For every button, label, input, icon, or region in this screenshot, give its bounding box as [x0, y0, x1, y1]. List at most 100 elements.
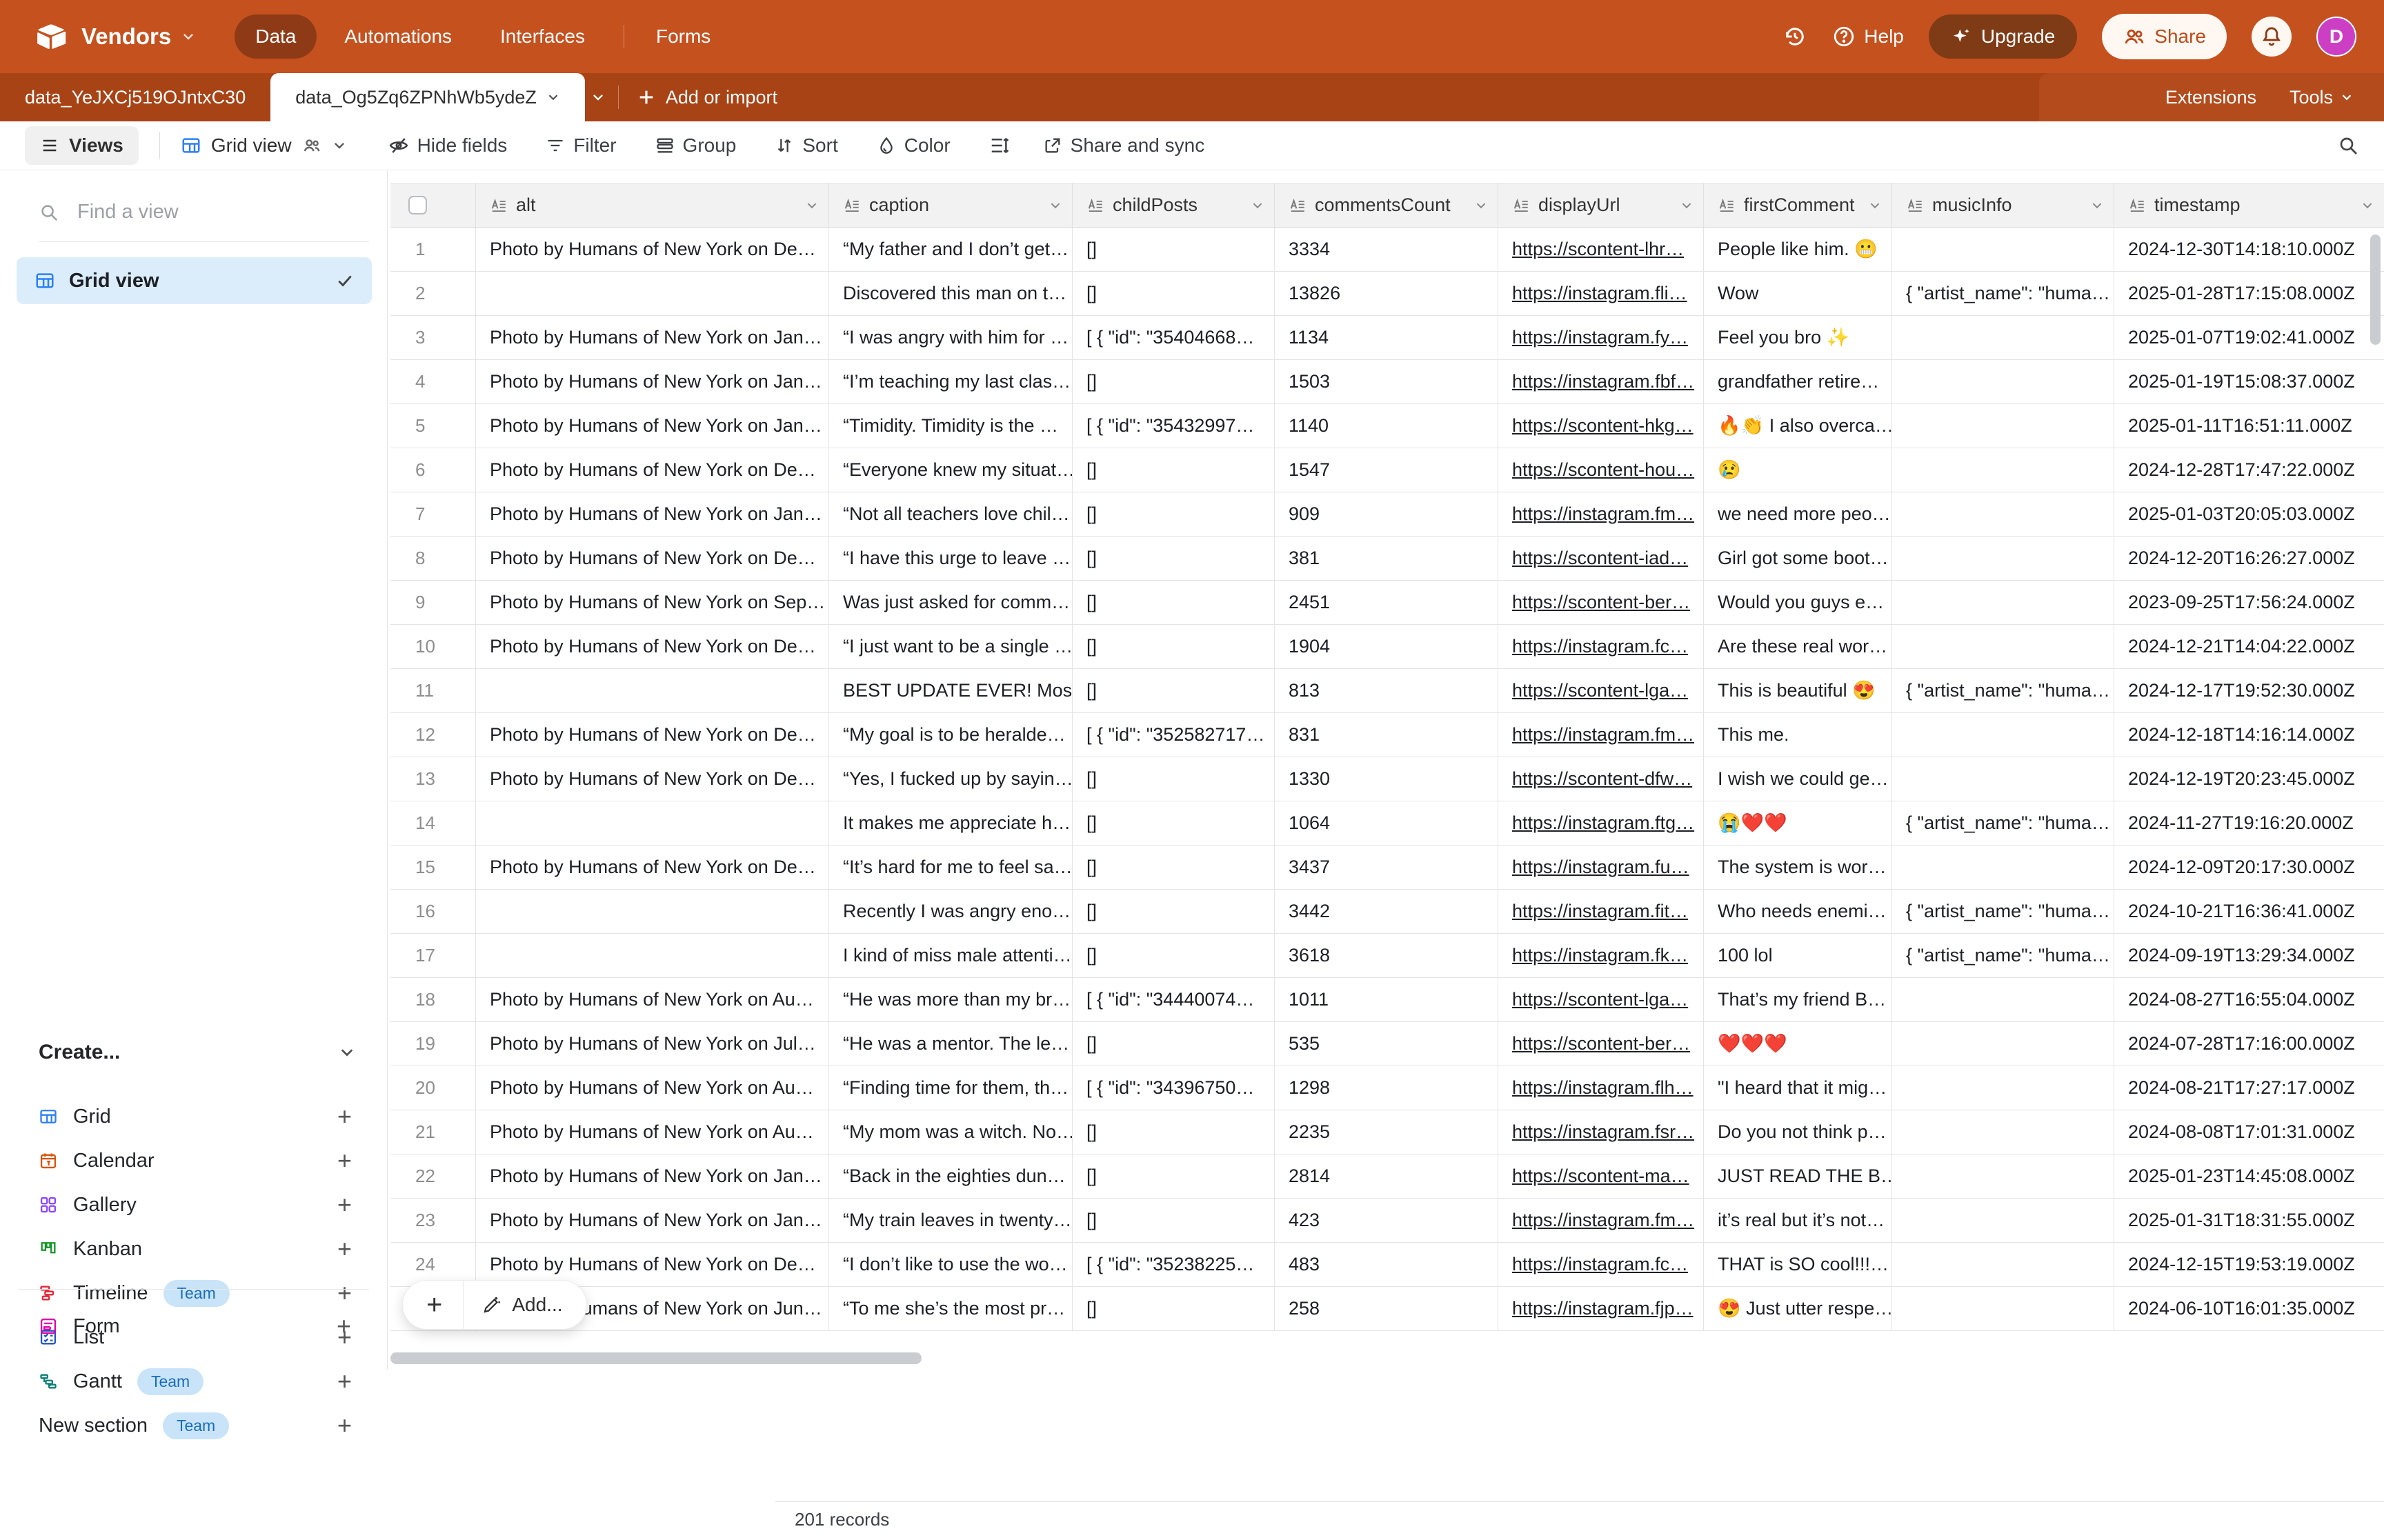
table-tab[interactable]: data_Og5Zq6ZPNhWb5ydeZ — [270, 73, 585, 121]
share-and-sync-button[interactable]: Share and sync — [1043, 134, 1205, 157]
cell-firstComment[interactable]: The system is wor… — [1704, 846, 1892, 890]
cell-timestamp[interactable]: 2025-01-23T14:45:08.000Z — [2114, 1154, 2384, 1199]
cell-displayUrl[interactable]: https://scontent-ber… — [1498, 1022, 1704, 1066]
cell-firstComment[interactable]: 100 lol — [1704, 934, 1892, 978]
tab-list-chevron[interactable] — [590, 90, 606, 105]
cell-timestamp[interactable]: 2024-12-19T20:23:45.000Z — [2114, 757, 2384, 801]
cell-commentsCount[interactable]: 535 — [1275, 1022, 1498, 1066]
row-number[interactable]: 12 — [390, 713, 476, 757]
cell-caption[interactable]: “Finding time for them, th… — [829, 1066, 1073, 1110]
cell-commentsCount[interactable]: 1134 — [1275, 316, 1498, 360]
cell-childPosts[interactable]: [] — [1073, 669, 1275, 713]
cell-childPosts[interactable]: [] — [1073, 1287, 1275, 1331]
cell-firstComment[interactable]: I wish we could ge… — [1704, 757, 1892, 801]
cell-firstComment[interactable]: 😢 — [1704, 448, 1892, 492]
cell-alt[interactable]: Photo by Humans of New York on Jan… — [476, 492, 829, 537]
cell-commentsCount[interactable]: 909 — [1275, 492, 1498, 537]
row-number[interactable]: 20 — [390, 1066, 476, 1110]
cell-childPosts[interactable]: [] — [1073, 581, 1275, 625]
cell-childPosts[interactable]: [] — [1073, 448, 1275, 492]
row-number[interactable]: 2 — [390, 272, 476, 316]
cell-commentsCount[interactable]: 1904 — [1275, 625, 1498, 669]
cell-commentsCount[interactable]: 1503 — [1275, 360, 1498, 404]
cell-displayUrl[interactable]: https://scontent-ma… — [1498, 1154, 1704, 1199]
add-view-plus-icon[interactable]: + — [337, 1279, 352, 1308]
cell-caption[interactable]: “I have this urge to leave … — [829, 537, 1073, 581]
horizontal-scrollbar[interactable] — [390, 1352, 922, 1364]
cell-firstComment[interactable]: This is beautiful 😍 — [1704, 669, 1892, 713]
cell-commentsCount[interactable]: 2814 — [1275, 1154, 1498, 1199]
cell-musicInfo[interactable] — [1892, 360, 2114, 404]
cell-musicInfo[interactable] — [1892, 1066, 2114, 1110]
cell-caption[interactable]: “My mom was a witch. No… — [829, 1110, 1073, 1154]
cell-commentsCount[interactable]: 423 — [1275, 1199, 1498, 1243]
row-number[interactable]: 10 — [390, 625, 476, 669]
cell-firstComment[interactable]: "I heard that it mig… — [1704, 1066, 1892, 1110]
row-height-button[interactable] — [989, 135, 1010, 156]
cell-displayUrl[interactable]: https://instagram.fm… — [1498, 1199, 1704, 1243]
cell-timestamp[interactable]: 2024-12-30T14:18:10.000Z — [2114, 228, 2384, 272]
cell-firstComment[interactable]: grandfather retire… — [1704, 360, 1892, 404]
cell-firstComment[interactable]: JUST READ THE B… — [1704, 1154, 1892, 1199]
cell-displayUrl[interactable]: https://scontent-ber… — [1498, 581, 1704, 625]
color-button[interactable]: Color — [877, 134, 951, 157]
cell-timestamp[interactable]: 2025-01-31T18:31:55.000Z — [2114, 1199, 2384, 1243]
cell-displayUrl[interactable]: https://instagram.fjp… — [1498, 1287, 1704, 1331]
cell-caption[interactable]: “I was angry with him for … — [829, 316, 1073, 360]
cell-alt[interactable] — [476, 934, 829, 978]
cell-timestamp[interactable]: 2024-09-19T13:29:34.000Z — [2114, 934, 2384, 978]
cell-musicInfo[interactable] — [1892, 757, 2114, 801]
cell-musicInfo[interactable]: { "artist_name": "huma… — [1892, 272, 2114, 316]
cell-alt[interactable] — [476, 801, 829, 846]
cell-alt[interactable]: Photo by Humans of New York on Jul… — [476, 1022, 829, 1066]
create-form-item[interactable]: Form + — [0, 1304, 387, 1348]
cell-timestamp[interactable]: 2024-08-21T17:27:17.000Z — [2114, 1066, 2384, 1110]
add-view-plus-icon[interactable]: + — [337, 1312, 351, 1341]
cell-childPosts[interactable]: [] — [1073, 801, 1275, 846]
cell-childPosts[interactable]: [] — [1073, 757, 1275, 801]
top-nav-tab[interactable]: Forms — [635, 14, 731, 59]
create-view-item[interactable]: Calendar + — [0, 1139, 388, 1183]
cell-commentsCount[interactable]: 1140 — [1275, 404, 1498, 448]
cell-childPosts[interactable]: [ { "id": "34396750… — [1073, 1066, 1275, 1110]
cell-firstComment[interactable]: This me. — [1704, 713, 1892, 757]
cell-displayUrl[interactable]: https://instagram.fk… — [1498, 934, 1704, 978]
column-header[interactable]: childPosts — [1073, 183, 1275, 228]
cell-displayUrl[interactable]: https://instagram.fy… — [1498, 316, 1704, 360]
cell-childPosts[interactable]: [] — [1073, 625, 1275, 669]
cell-caption[interactable]: Discovered this man on t… — [829, 272, 1073, 316]
cell-timestamp[interactable]: 2024-12-15T19:53:19.000Z — [2114, 1243, 2384, 1287]
current-view-button[interactable]: Grid view — [181, 134, 347, 157]
cell-caption[interactable]: Was just asked for comm… — [829, 581, 1073, 625]
help-button[interactable]: Help — [1832, 25, 1904, 48]
row-number[interactable]: 6 — [390, 448, 476, 492]
cell-childPosts[interactable]: [] — [1073, 1199, 1275, 1243]
cell-caption[interactable]: “My train leaves in twenty… — [829, 1199, 1073, 1243]
top-nav-tab[interactable]: Automations — [324, 14, 473, 59]
cell-commentsCount[interactable]: 1298 — [1275, 1066, 1498, 1110]
sidebar-view-grid-view[interactable]: Grid view — [17, 257, 372, 304]
row-number[interactable]: 8 — [390, 537, 476, 581]
cell-timestamp[interactable]: 2024-12-28T17:47:22.000Z — [2114, 448, 2384, 492]
add-or-import-button[interactable]: Add or import — [637, 87, 777, 108]
cell-firstComment[interactable]: we need more peo… — [1704, 492, 1892, 537]
cell-childPosts[interactable]: [] — [1073, 228, 1275, 272]
cell-alt[interactable]: Photo by Humans of New York on Au… — [476, 978, 829, 1022]
cell-alt[interactable]: Photo by Humans of New York on De… — [476, 537, 829, 581]
cell-caption[interactable]: “Not all teachers love chil… — [829, 492, 1073, 537]
cell-caption[interactable]: “I’m teaching my last clas… — [829, 360, 1073, 404]
history-icon[interactable] — [1782, 24, 1807, 49]
cell-alt[interactable]: Photo by Humans of New York on De… — [476, 846, 829, 890]
select-all-header[interactable] — [390, 183, 476, 228]
share-button[interactable]: Share — [2102, 14, 2227, 59]
cell-musicInfo[interactable] — [1892, 713, 2114, 757]
cell-commentsCount[interactable]: 831 — [1275, 713, 1498, 757]
cell-musicInfo[interactable]: { "artist_name": "huma… — [1892, 801, 2114, 846]
cell-childPosts[interactable]: [] — [1073, 272, 1275, 316]
cell-caption[interactable]: “To me she’s the most pr… — [829, 1287, 1073, 1331]
cell-timestamp[interactable]: 2025-01-11T16:51:11.000Z — [2114, 404, 2384, 448]
cell-timestamp[interactable]: 2024-07-28T17:16:00.000Z — [2114, 1022, 2384, 1066]
cell-commentsCount[interactable]: 483 — [1275, 1243, 1498, 1287]
cell-displayUrl[interactable]: https://instagram.fc… — [1498, 625, 1704, 669]
cell-musicInfo[interactable] — [1892, 228, 2114, 272]
